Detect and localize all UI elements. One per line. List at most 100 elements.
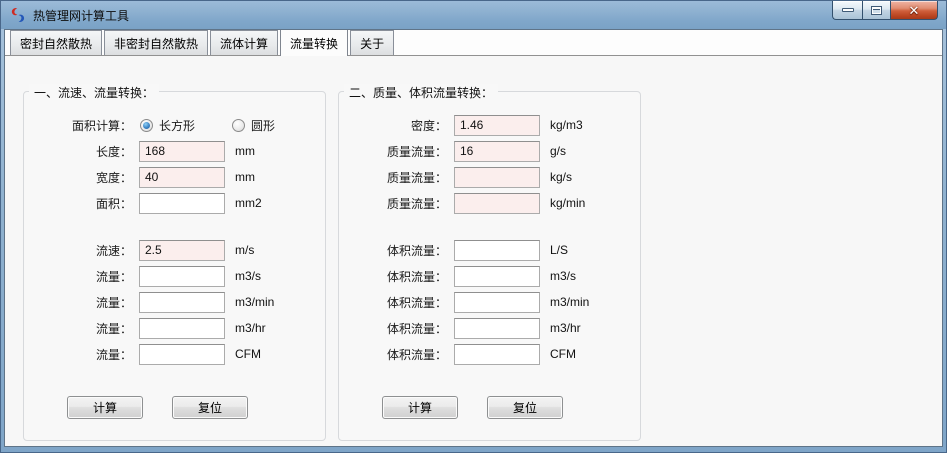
minimize-icon	[841, 8, 854, 12]
area-calc-label: 面积计算：	[71, 118, 132, 133]
group1-buttons: 计算 复位	[24, 396, 325, 419]
field-input[interactable]	[139, 166, 225, 188]
tab[interactable]: 密封自然散热	[10, 30, 103, 55]
field-input[interactable]	[139, 239, 225, 261]
tab[interactable]: 非密封自然散热	[104, 30, 209, 55]
field-input[interactable]	[454, 291, 540, 313]
field-unit: kg/min	[550, 196, 586, 210]
field-input[interactable]	[139, 192, 225, 214]
field-input[interactable]	[139, 343, 225, 365]
field-row: 长度： mm	[24, 138, 325, 164]
field-unit: m3/s	[550, 269, 577, 283]
field-unit: kg/s	[550, 170, 573, 184]
field-row: 流量： m3/min	[24, 289, 325, 315]
radio-button-icon	[140, 118, 153, 132]
field-input[interactable]	[139, 140, 225, 162]
field-input[interactable]	[454, 166, 540, 188]
radio-button-icon	[232, 118, 246, 132]
group-flow-velocity-conversion: 一、流速、流量转换： 面积计算： 长方形 圆形 长度： 168 mm 宽度： 4…	[23, 84, 326, 441]
tab[interactable]: 关于	[350, 30, 395, 55]
radio-rectangle[interactable]: 长方形	[140, 117, 195, 134]
field-row: 流量： CFM	[24, 341, 325, 367]
field-label: 体积流量：	[386, 243, 447, 258]
field-label: 流速：	[95, 243, 132, 258]
field-label: 宽度：	[95, 170, 132, 185]
field-input[interactable]	[454, 140, 540, 162]
close-icon: ✕	[908, 2, 920, 18]
field-row: 流量： m3/hr	[24, 315, 325, 341]
field-label: 体积流量：	[386, 347, 447, 362]
field-unit: m/s	[235, 243, 255, 257]
app-window: 热管理网计算工具 ✕ 密封自然散热 非密封自然散热 流体计算 流量转换 关于 一…	[0, 0, 947, 453]
calculate-button[interactable]: 计算	[67, 396, 143, 419]
field-label: 流量：	[95, 347, 132, 362]
field-input[interactable]	[139, 291, 225, 313]
window-controls: ✕	[832, 1, 938, 20]
tab[interactable]: 流量转换	[280, 30, 349, 56]
radio-circle-label: 圆形	[251, 118, 276, 133]
field-unit: mm	[235, 170, 255, 184]
field-unit: m3/min	[235, 295, 275, 309]
field-unit: mm	[235, 144, 255, 158]
group1-title: 一、流速、流量转换：	[29, 84, 160, 101]
field-label: 流量：	[95, 321, 132, 336]
field-unit: m3/hr	[235, 321, 266, 335]
field-label: 面积：	[95, 196, 132, 211]
field-label: 流量：	[95, 269, 132, 284]
maximize-icon	[871, 5, 882, 15]
field-row: 流速： m/s	[24, 237, 325, 263]
field-row: 密度： kg/m3	[339, 112, 640, 138]
field-unit: m3/hr	[550, 321, 581, 335]
field-row: 体积流量： L/S	[339, 237, 640, 263]
field-unit: g/s	[550, 144, 567, 158]
field-row: 流量： m3/s	[24, 263, 325, 289]
title-bar[interactable]: 热管理网计算工具 ✕	[1, 1, 946, 29]
field-unit: CFM	[550, 347, 576, 361]
field-input[interactable]	[454, 265, 540, 287]
field-label: 质量流量：	[386, 144, 447, 159]
group-mass-volume-flow-conversion: 二、质量、体积流量转换： 密度： kg/m3 质量流量：	[338, 84, 641, 441]
close-button[interactable]: ✕	[891, 1, 938, 20]
reset-button[interactable]: 复位	[172, 396, 248, 419]
field-label: 质量流量：	[386, 170, 447, 185]
minimize-button[interactable]	[832, 1, 862, 20]
field-input[interactable]	[454, 114, 540, 136]
radio-rectangle-label: 长方形	[159, 118, 196, 133]
field-unit: mm2	[235, 196, 262, 210]
field-input[interactable]	[454, 343, 540, 365]
field-label: 体积流量：	[386, 295, 447, 310]
field-label: 体积流量：	[386, 269, 447, 284]
field-input[interactable]	[139, 265, 225, 287]
radio-circle[interactable]: 圆形	[232, 117, 275, 134]
window-title: 热管理网计算工具	[33, 8, 130, 23]
field-row: 体积流量： CFM	[339, 341, 640, 367]
reset-button[interactable]: 复位	[487, 396, 563, 419]
field-row: 面积： mm2	[24, 190, 325, 216]
tab-bar: 密封自然散热 非密封自然散热 流体计算 流量转换 关于	[5, 30, 942, 56]
field-unit: L/S	[550, 243, 569, 257]
field-input[interactable]	[454, 239, 540, 261]
maximize-button[interactable]	[862, 1, 891, 20]
field-row: 质量流量： kg/min	[339, 190, 640, 216]
field-row: 体积流量： m3/min	[339, 289, 640, 315]
field-row: 体积流量： m3/hr	[339, 315, 640, 341]
field-input[interactable]	[454, 192, 540, 214]
field-label: 流量：	[95, 295, 132, 310]
field-label: 长度：	[95, 144, 132, 159]
app-logo-icon	[11, 7, 25, 23]
client-area: 密封自然散热 非密封自然散热 流体计算 流量转换 关于 一、流速、流量转换： 面…	[4, 29, 943, 447]
field-input[interactable]	[139, 317, 225, 339]
calculate-button[interactable]: 计算	[382, 396, 458, 419]
group2-title: 二、质量、体积流量转换：	[344, 84, 499, 101]
field-input[interactable]	[454, 317, 540, 339]
field-unit: CFM	[235, 347, 261, 361]
group2-buttons: 计算 复位	[339, 396, 640, 419]
tab[interactable]: 流体计算	[210, 30, 279, 55]
field-unit: m3/min	[550, 295, 590, 309]
area-calc-row: 面积计算： 长方形 圆形	[24, 112, 325, 138]
field-row: 体积流量： m3/s	[339, 263, 640, 289]
field-row: 宽度： mm	[24, 164, 325, 190]
field-unit: kg/m3	[550, 118, 583, 132]
field-row: 质量流量： kg/s	[339, 164, 640, 190]
field-row: 质量流量： g/s	[339, 138, 640, 164]
